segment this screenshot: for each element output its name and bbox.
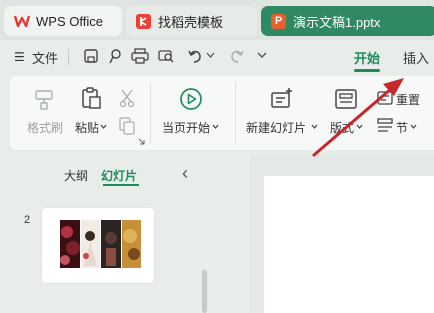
annotation-arrow [312,78,404,157]
